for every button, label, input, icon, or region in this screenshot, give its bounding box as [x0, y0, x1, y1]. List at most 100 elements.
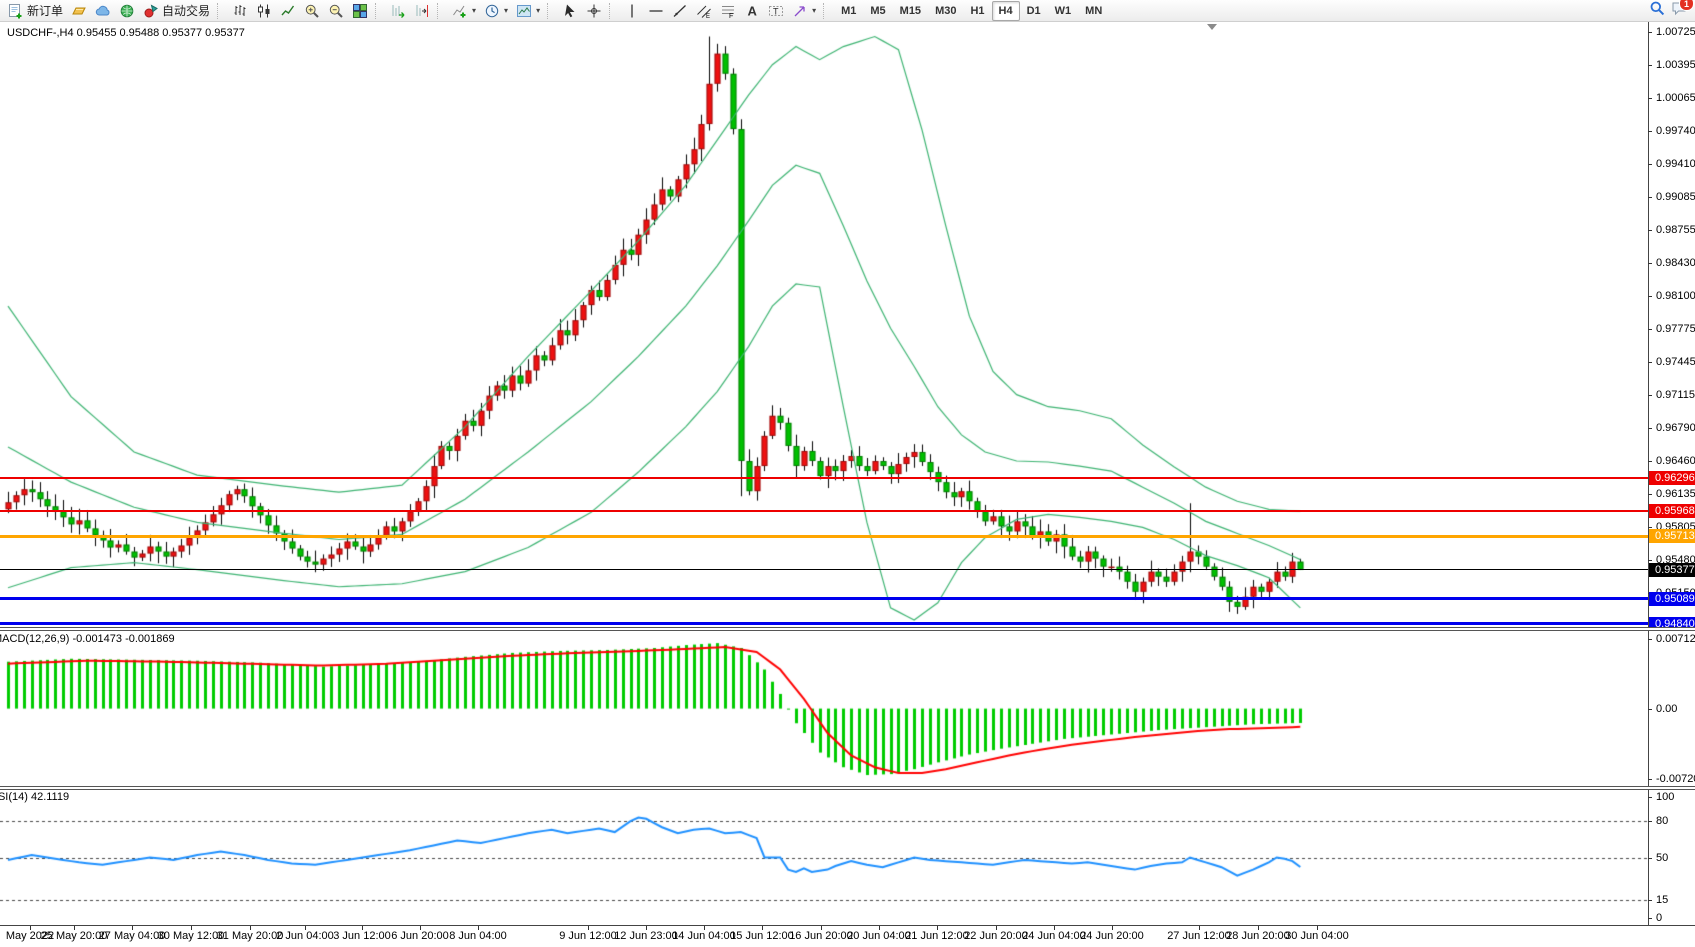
price-axis-tick-label: 1.00065	[1656, 92, 1695, 104]
price-axis-tick-label: 0.99085	[1656, 191, 1695, 203]
zoom-out-icon	[328, 3, 344, 19]
time-axis-label: 31 May 20:00	[217, 930, 284, 942]
crosshair-icon	[586, 3, 602, 19]
new-order-button[interactable]: 新订单	[4, 0, 67, 22]
pivot-line[interactable]	[0, 535, 1648, 538]
rsi-axis-tick	[1648, 821, 1652, 822]
timeframe-button-d1[interactable]: D1	[1020, 1, 1048, 21]
panel-divider-macd[interactable]	[0, 627, 1695, 631]
support-line-lower[interactable]	[0, 622, 1648, 625]
signals-button[interactable]	[115, 0, 139, 22]
template-icon	[516, 3, 532, 19]
chart-canvas[interactable]	[0, 22, 1695, 946]
svg-text:T: T	[773, 6, 779, 16]
svg-text:F: F	[729, 13, 733, 19]
candle-chart-button[interactable]	[252, 0, 276, 22]
cursor-button[interactable]	[558, 0, 582, 22]
timeframe-button-mn[interactable]: MN	[1078, 1, 1109, 21]
support-line-upper[interactable]	[0, 597, 1648, 600]
timeframe-button-h4[interactable]: H4	[992, 1, 1020, 21]
notification-badge: 1	[1679, 0, 1694, 11]
price-axis-tick-label: 1.00725	[1656, 26, 1695, 38]
zoom-in-button[interactable]	[300, 0, 324, 22]
periods-icon	[484, 3, 500, 19]
auto-scroll-button[interactable]	[386, 0, 410, 22]
resistance-line-lower[interactable]	[0, 510, 1648, 512]
toolbar-separator	[375, 3, 382, 19]
price-axis-tick-label: 0.96460	[1656, 455, 1695, 467]
signal-icon	[119, 3, 135, 19]
rsi-axis-tick-label: 15	[1656, 894, 1668, 906]
macd-axis-tick	[1648, 709, 1652, 710]
cloud-button[interactable]	[91, 0, 115, 22]
toolbar-separator	[547, 3, 554, 19]
price-badge-0.96296: 0.96296	[1649, 471, 1695, 485]
autotrading-button-label: 自动交易	[162, 2, 210, 19]
horizontal-line-button[interactable]	[644, 0, 668, 22]
time-axis[interactable]: May 202225 May 20:0027 May 04:0030 May 1…	[0, 925, 1695, 947]
price-axis-tick-label: 1.00395	[1656, 59, 1695, 71]
chat-button[interactable]: 1	[1671, 0, 1687, 21]
fibonacci-icon: F	[720, 3, 736, 19]
resistance-line-upper[interactable]	[0, 477, 1648, 479]
price-axis-tick	[1648, 263, 1652, 264]
new-order-button-label: 新订单	[27, 2, 63, 19]
macd-label: MACD(12,26,9) -0.001473 -0.001869	[0, 633, 175, 645]
price-axis-tick-label: 0.98755	[1656, 224, 1695, 236]
timeframe-button-m5[interactable]: M5	[863, 1, 892, 21]
timeframe-button-m1[interactable]: M1	[834, 1, 863, 21]
current-price-line[interactable]	[0, 569, 1648, 570]
line-chart-button[interactable]	[276, 0, 300, 22]
bar-chart-button[interactable]	[228, 0, 252, 22]
time-axis-label: 15 Jun 12:00	[730, 930, 794, 942]
timeframe-button-h1[interactable]: H1	[963, 1, 991, 21]
price-axis-tick-label: 0.97445	[1656, 356, 1695, 368]
equidistant-channel-button[interactable]: E	[692, 0, 716, 22]
chart-shift-marker	[1207, 24, 1217, 30]
time-axis-label: 14 Jun 04:00	[672, 930, 736, 942]
toolbar-separator	[437, 3, 444, 19]
time-axis-label: 30 Jun 04:00	[1285, 930, 1349, 942]
macd-axis-tick	[1648, 639, 1652, 640]
price-axis-tick-label: 0.97115	[1656, 389, 1695, 401]
templates-button[interactable]: ▾	[512, 0, 544, 22]
rsi-label: RSI(14) 42.1119	[0, 791, 69, 803]
price-badge-0.95968: 0.95968	[1649, 504, 1695, 518]
trendline-button[interactable]	[668, 0, 692, 22]
label-button[interactable]: T	[764, 0, 788, 22]
time-axis-label: 24 Jun 20:00	[1080, 930, 1144, 942]
price-axis-tick	[1648, 98, 1652, 99]
text-button[interactable]: A	[740, 0, 764, 22]
zoom-out-button[interactable]	[324, 0, 348, 22]
timeframe-button-w1[interactable]: W1	[1048, 1, 1079, 21]
arrows-button[interactable]: ▾	[788, 0, 820, 22]
cursor-icon	[562, 3, 578, 19]
price-axis-tick-label: 0.98100	[1656, 290, 1695, 302]
search-icon[interactable]	[1649, 0, 1665, 21]
timeframe-button-m30[interactable]: M30	[928, 1, 963, 21]
indicators-icon	[452, 3, 468, 19]
time-axis-label: 30 May 12:00	[158, 930, 225, 942]
text-icon: A	[744, 3, 760, 19]
indicators-button[interactable]: ▾	[448, 0, 480, 22]
vertical-line-button[interactable]	[620, 0, 644, 22]
bar-chart-icon	[232, 3, 248, 19]
crosshair-button[interactable]	[582, 0, 606, 22]
periods-button[interactable]: ▾	[480, 0, 512, 22]
price-axis-tick-label: 0.99740	[1656, 125, 1695, 137]
gold-button[interactable]	[67, 0, 91, 22]
autotrading-button[interactable]: 自动交易	[139, 0, 214, 22]
arrows-icon	[792, 3, 808, 19]
candle-chart-icon	[256, 3, 272, 19]
timeframe-button-m15[interactable]: M15	[893, 1, 928, 21]
chart-title: USDCHF-,H4 0.95455 0.95488 0.95377 0.953…	[7, 27, 245, 39]
tile-windows-button[interactable]	[348, 0, 372, 22]
rsi-axis-tick-label: 0	[1656, 912, 1662, 924]
price-axis-tick	[1648, 362, 1652, 363]
panel-divider-rsi[interactable]	[0, 786, 1695, 790]
chart-shift-button[interactable]	[410, 0, 434, 22]
fibonacci-button[interactable]: F	[716, 0, 740, 22]
price-axis-tick	[1648, 329, 1652, 330]
toolbar-separator	[823, 3, 830, 19]
price-axis-tick	[1648, 65, 1652, 66]
